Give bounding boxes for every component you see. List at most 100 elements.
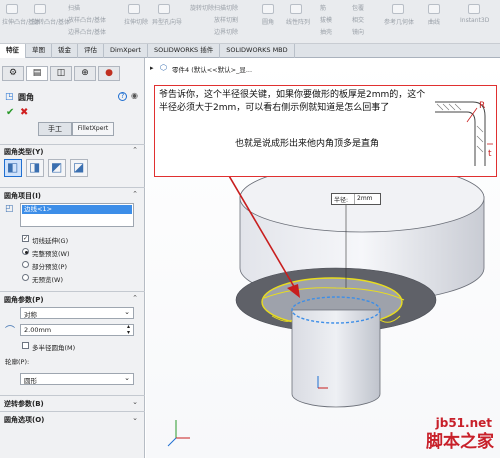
chevron-up-icon[interactable]: ⌃ [132, 146, 138, 154]
chevron-down-icon: ⌄ [124, 374, 130, 382]
radius-callout[interactable]: 半径: 2mm [331, 193, 381, 205]
property-manager: ⚙ ▤ ◫ ⊕ ● ◳ 圆角 ? ◉ ✔ ✖ 手工 FilletXpert 圆角… [0, 58, 145, 458]
section-fillet-options[interactable]: 圆角选项(O) [4, 415, 44, 425]
toolbar-label-sweep-cut[interactable]: 扫描切除 [214, 3, 238, 12]
panel-title: 圆角 [18, 93, 34, 102]
toolbar-label-hole[interactable]: 异型孔向导 [152, 17, 182, 26]
spin-arrows-icon[interactable]: ▴ ▾ [127, 324, 130, 336]
fillet-icon[interactable] [262, 4, 274, 14]
command-manager-tabs: 特征 草图 钣金 评估 DimXpert SOLIDWORKS 插件 SOLID… [0, 44, 500, 58]
toolbar-label-loft[interactable]: 放样凸台/基体 [68, 15, 106, 24]
toolbar-label-pattern[interactable]: 线性阵列 [286, 17, 310, 26]
curves-icon[interactable] [428, 4, 440, 14]
toolbar-label-intersect[interactable]: 相交 [352, 15, 364, 24]
toolbar-label-revolve[interactable]: 旋转凸台/基体 [32, 17, 70, 26]
variable-size-fillet-button[interactable]: ◨ [26, 159, 44, 177]
toolbar-label-revolve-cut[interactable]: 旋转切除 [190, 3, 214, 12]
panel-tabs: ⚙ ▤ ◫ ⊕ ● [0, 66, 145, 82]
manual-tab[interactable]: 手工 [38, 122, 72, 136]
hatch-line [436, 103, 444, 111]
toolbar-label-fillet[interactable]: 圆角 [262, 17, 274, 26]
sketch-inner-line [435, 111, 476, 166]
hole-wizard-icon[interactable] [158, 4, 170, 14]
toolbar-label-ref-geometry[interactable]: 参考几何体 [384, 17, 414, 26]
help-button[interactable]: ? [118, 92, 127, 101]
linear-pattern-icon[interactable] [290, 4, 302, 14]
tab-addins[interactable]: SOLIDWORKS 插件 [148, 44, 221, 58]
display-manager-tab[interactable]: ● [98, 66, 120, 81]
partial-preview-radio[interactable] [22, 261, 29, 268]
feature-manager-tab[interactable]: ⚙ [2, 66, 24, 81]
callout-label: 半径: [334, 197, 349, 204]
toolbar-label-curves[interactable]: 曲线 [428, 17, 440, 26]
hatch-line [442, 103, 450, 111]
boss-cylinder[interactable] [291, 309, 381, 408]
toolbar-label-shell[interactable]: 抽壳 [320, 27, 332, 36]
sketch-t-label: t [488, 149, 492, 159]
face-fillet-button[interactable]: ◩ [48, 159, 66, 177]
tab-sheet-metal[interactable]: 钣金 [52, 44, 78, 58]
tab-evaluate[interactable]: 评估 [78, 44, 104, 58]
toolbar-label-mirror[interactable]: 镜向 [352, 27, 364, 36]
full-preview-radio[interactable] [22, 248, 29, 255]
ok-checkmark-icon[interactable]: ✔ [6, 107, 14, 118]
section-setback[interactable]: 逆转参数(B) [4, 399, 44, 409]
annotation-box: 爷告诉你，这个半径很关键，如果你要做形的板厚是2mm的，这个半径必须大于2mm，… [154, 85, 497, 177]
tab-mbd[interactable]: SOLIDWORKS MBD [220, 44, 295, 58]
tab-features[interactable]: 特征 [0, 44, 26, 58]
section-divider [0, 411, 145, 412]
sketch-r-label: R [479, 101, 485, 111]
toolbar-label-draft[interactable]: 拔模 [320, 15, 332, 24]
radius-input[interactable]: 2.00mm ▴ ▾ [20, 324, 134, 336]
cancel-x-icon[interactable]: ✖ [20, 107, 28, 118]
no-preview-radio[interactable] [22, 274, 29, 281]
toolbar-label-boundary-cut[interactable]: 边界切除 [214, 27, 238, 36]
full-round-fillet-icon: ◪ [73, 160, 85, 174]
appearance-icon: ● [105, 68, 113, 78]
toolbar-label-extrude-cut[interactable]: 拉伸切除 [124, 17, 148, 26]
section-fillet-parameters[interactable]: 圆角参数(P) [4, 295, 44, 305]
filletxpert-tab[interactable]: FilletXpert [72, 122, 114, 136]
multi-radius-checkbox[interactable] [22, 342, 29, 349]
revolve-boss-icon[interactable] [34, 4, 46, 14]
toolbar-label-instant3d[interactable]: Instant3D [460, 17, 489, 24]
chevron-up-icon[interactable]: ⌃ [132, 294, 138, 302]
toolbar-label-loft-cut[interactable]: 放样切割 [214, 15, 238, 24]
property-manager-tab[interactable]: ▤ [26, 66, 48, 81]
tangent-propagation-checkbox[interactable]: ✓ [22, 235, 29, 242]
chevron-down-icon[interactable]: ⌄ [132, 398, 138, 406]
toolbar-label-boundary[interactable]: 边界凸台/基体 [68, 27, 106, 36]
toolbar-label-rib[interactable]: 筋 [320, 3, 326, 12]
selected-edge-item[interactable]: 边线<1> [22, 205, 132, 214]
config-manager-tab[interactable]: ◫ [50, 66, 72, 81]
dim-xpert-tab[interactable]: ⊕ [74, 66, 96, 81]
profile-dropdown[interactable]: 圆形 ⌄ [20, 373, 134, 385]
full-round-fillet-button[interactable]: ◪ [70, 159, 88, 177]
extrude-cut-icon[interactable] [128, 4, 140, 14]
symmetric-dropdown[interactable]: 对称 ⌄ [20, 307, 134, 319]
reference-geometry-icon[interactable] [392, 4, 404, 14]
instant3d-icon[interactable] [468, 4, 480, 14]
toolbar-label-sweep[interactable]: 扫描 [68, 3, 80, 12]
section-fillet-items[interactable]: 圆角项目(I) [4, 191, 41, 201]
section-fillet-type[interactable]: 圆角类型(Y) [4, 147, 43, 157]
section-divider [0, 187, 145, 188]
hatch-line [476, 125, 484, 133]
crosshair-icon: ⊕ [81, 68, 89, 78]
radius-icon: ⌒ [5, 326, 15, 337]
variable-fillet-icon: ◨ [29, 160, 41, 174]
callout-value[interactable]: 2mm [354, 194, 380, 204]
chevron-down-icon[interactable]: ⌄ [132, 414, 138, 422]
triad-z-axis [167, 437, 177, 447]
chevron-up-icon[interactable]: ⌃ [132, 190, 138, 198]
hatch-line [448, 103, 456, 111]
tab-dimxpert[interactable]: DimXpert [104, 44, 148, 58]
constant-size-fillet-button[interactable]: ◧ [4, 159, 22, 177]
toolbar-label-wrap[interactable]: 包覆 [352, 3, 364, 12]
detail-preview-icon[interactable]: ◉ [131, 91, 138, 100]
annotation-subtext: 也就是说成形出来他内角顶多是直角 [235, 139, 380, 149]
items-selection-box[interactable]: 边线<1> [20, 203, 134, 227]
property-icon: ▤ [32, 68, 42, 78]
tab-sketch[interactable]: 草图 [26, 44, 52, 58]
extrude-boss-icon[interactable] [6, 4, 18, 14]
